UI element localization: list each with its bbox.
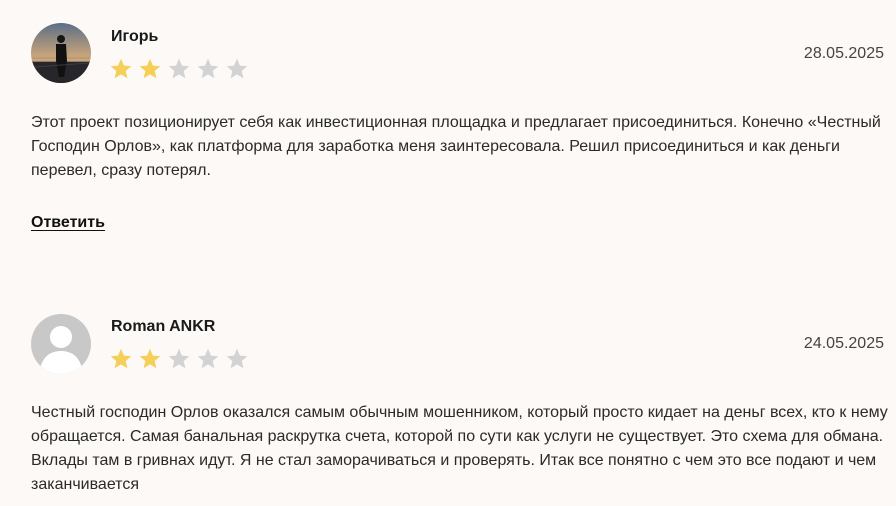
review-author: Roman ANKR	[111, 318, 216, 335]
star-empty-icon	[197, 58, 219, 79]
star-filled-icon	[139, 348, 161, 369]
star-filled-icon	[139, 58, 161, 79]
star-empty-icon	[168, 58, 190, 79]
star-empty-icon	[226, 58, 248, 79]
review-author: Игорь	[111, 28, 159, 45]
review-date: 24.05.2025	[803, 335, 884, 352]
user-photo-icon	[31, 23, 91, 83]
rating-stars	[109, 347, 249, 371]
star-empty-icon	[168, 348, 190, 369]
star-empty-icon	[226, 348, 248, 369]
avatar	[31, 314, 91, 374]
avatar	[31, 23, 91, 83]
review-text: Честный господин Орлов оказался самым об…	[31, 404, 888, 493]
reply-link[interactable]: Ответить	[31, 214, 105, 232]
star-filled-icon	[110, 58, 132, 79]
rating-stars	[109, 57, 249, 81]
star-empty-icon	[197, 348, 219, 369]
review-date: 28.05.2025	[803, 45, 884, 62]
star-filled-icon	[110, 348, 132, 369]
user-placeholder-icon	[31, 314, 91, 374]
review-text: Этот проект позиционирует себя как инвес…	[31, 114, 881, 179]
